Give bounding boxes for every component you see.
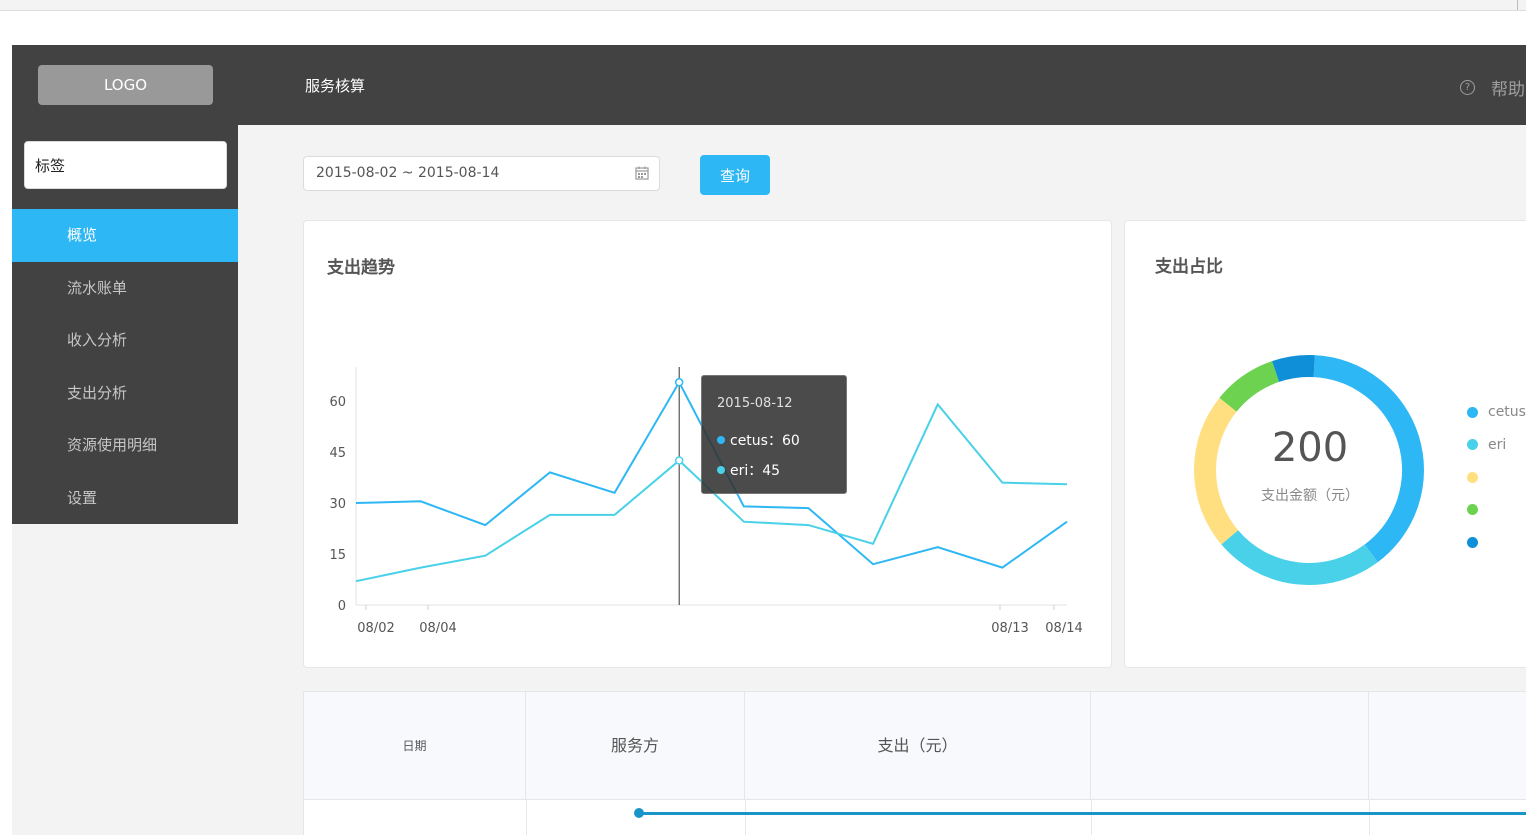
donut-legend: cetus eri — [1467, 396, 1526, 559]
app-root: LOGO 服务核算 ? 帮助 概览 流水账单 收入分析 支出分析 资源使用明细 … — [12, 45, 1526, 835]
donut-slice-eri — [1221, 529, 1378, 585]
calendar-icon — [635, 166, 649, 180]
sidebar-item-expense-analysis[interactable]: 支出分析 — [12, 367, 238, 420]
x-tick-label: 08/13 — [991, 621, 1028, 636]
tooltip-date: 2015-08-12 — [717, 396, 793, 411]
highlight-point-eri — [674, 456, 684, 465]
help-icon: ? — [1460, 80, 1475, 95]
legend-dot — [1467, 536, 1478, 548]
legend-dot — [1467, 471, 1478, 483]
legend-item[interactable]: cetus — [1467, 396, 1526, 429]
legend-item[interactable] — [1467, 526, 1526, 559]
expense-share-card: 支出占比 200 支出金额（元） cetus eri — [1124, 220, 1526, 668]
column-header-provider[interactable]: 服务方 — [526, 692, 745, 800]
query-button[interactable]: 查询 — [700, 155, 770, 195]
legend-label: cetus — [1488, 404, 1526, 421]
donut-slice — [1219, 361, 1280, 412]
strip-divider — [1517, 0, 1518, 10]
column-header-4[interactable] — [1091, 692, 1369, 800]
x-tick-label: 08/02 — [357, 621, 394, 636]
donut-total: 200 — [1271, 425, 1349, 471]
legend-dot — [1467, 439, 1478, 451]
help-link[interactable]: ? 帮助 — [1460, 75, 1525, 100]
y-tick-label: 45 — [329, 446, 346, 461]
x-tick-label: 08/04 — [419, 621, 456, 636]
sidebar-item-transactions[interactable]: 流水账单 — [12, 262, 238, 315]
sidebar: 概览 流水账单 收入分析 支出分析 资源使用明细 设置 — [12, 125, 238, 524]
browser-top-strip — [0, 0, 1526, 11]
y-tick-label: 60 — [329, 395, 346, 410]
help-label: 帮助 — [1491, 80, 1525, 100]
chart-tooltip: 2015-08-12 cetus：60 eri：45 — [701, 375, 847, 494]
column-divider — [1091, 800, 1092, 835]
y-tick-label: 30 — [329, 497, 346, 512]
tooltip-value-eri: eri：45 — [730, 463, 781, 479]
date-range-picker[interactable]: 2015-08-02 ~ 2015-08-14 — [303, 156, 660, 191]
legend-label: eri — [1488, 436, 1507, 453]
sidebar-item-income-analysis[interactable]: 收入分析 — [12, 314, 238, 367]
logo[interactable]: LOGO — [38, 65, 213, 105]
expense-trend-card: 支出趋势 0 15 30 45 60 08/02 08/04 08/13 08/14 2015-… — [303, 220, 1112, 668]
tooltip-row-cetus: cetus：60 — [717, 425, 846, 455]
tooltip-dot-cetus — [717, 436, 725, 444]
legend-item[interactable]: eri — [1467, 429, 1526, 462]
column-header-expense[interactable]: 支出（元） — [745, 692, 1091, 800]
donut-slice — [1272, 355, 1315, 383]
table-header: 日期 服务方 支出（元） — [304, 692, 1526, 800]
donut-slice — [1194, 397, 1239, 545]
tooltip-dot-eri — [717, 466, 725, 474]
column-header-5[interactable] — [1369, 692, 1526, 800]
legend-item[interactable] — [1467, 494, 1526, 527]
row-progress-line — [640, 812, 1526, 815]
page-title: 服务核算 — [305, 77, 366, 95]
legend-item[interactable] — [1467, 461, 1526, 494]
highlight-point-cetus — [674, 378, 684, 387]
legend-dot — [1467, 406, 1478, 418]
column-divider — [526, 800, 527, 835]
expense-table: 日期 服务方 支出（元） — [303, 691, 1526, 835]
row-progress-dot — [634, 808, 644, 818]
sidebar-item-overview[interactable]: 概览 — [12, 209, 238, 262]
sidebar-item-resource-details[interactable]: 资源使用明细 — [12, 419, 238, 472]
x-tick-label: 08/14 — [1045, 621, 1082, 636]
date-range-value: 2015-08-02 ~ 2015-08-14 — [316, 165, 500, 181]
legend-dot — [1467, 504, 1478, 516]
sidebar-nav: 概览 流水账单 收入分析 支出分析 资源使用明细 设置 — [12, 209, 238, 524]
y-tick-label: 0 — [338, 599, 346, 614]
sidebar-item-settings[interactable]: 设置 — [12, 472, 238, 525]
y-tick-label: 15 — [329, 548, 346, 563]
tooltip-value-cetus: cetus：60 — [730, 433, 800, 449]
tag-input[interactable] — [24, 141, 227, 189]
top-header: LOGO 服务核算 ? 帮助 — [12, 45, 1526, 125]
column-header-date[interactable]: 日期 — [304, 692, 526, 800]
donut-caption: 支出金额（元） — [1261, 488, 1359, 504]
column-divider — [745, 800, 746, 835]
tooltip-row-eri: eri：45 — [717, 455, 846, 485]
column-divider — [1369, 800, 1370, 835]
